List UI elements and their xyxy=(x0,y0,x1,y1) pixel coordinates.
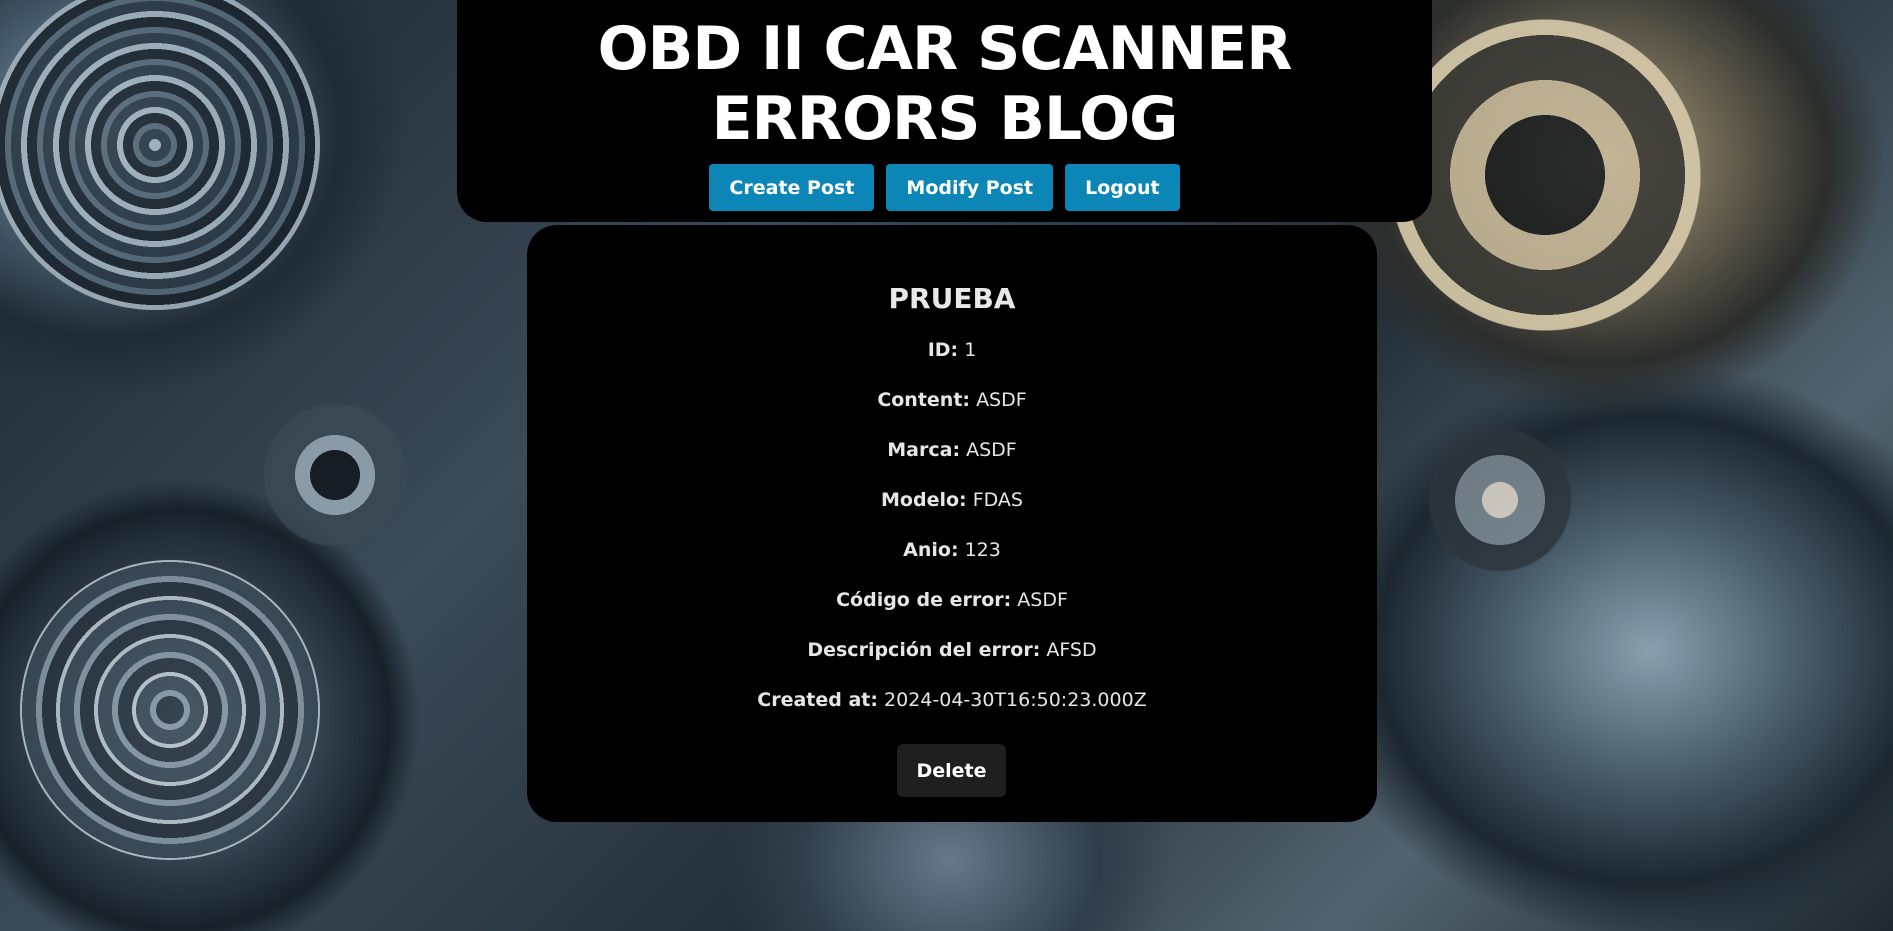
field-marca: Marca: ASDF xyxy=(527,439,1377,489)
main-nav: Create Post Modify Post Logout xyxy=(457,164,1432,211)
gear-decoration xyxy=(0,0,320,310)
post-fields: ID: 1 Content: ASDF Marca: ASDF Modelo: … xyxy=(527,339,1377,739)
modify-post-button[interactable]: Modify Post xyxy=(886,164,1054,211)
field-label: Content: xyxy=(877,389,971,411)
field-value: ASDF xyxy=(976,389,1027,411)
post-card: PRUEBA ID: 1 Content: ASDF Marca: ASDF M… xyxy=(527,225,1377,822)
logout-button[interactable]: Logout xyxy=(1065,164,1180,211)
field-label: Modelo: xyxy=(881,489,967,511)
field-descripcion-error: Descripción del error: AFSD xyxy=(527,639,1377,689)
field-modelo: Modelo: FDAS xyxy=(527,489,1377,539)
field-value: ASDF xyxy=(966,439,1017,461)
field-value: FDAS xyxy=(972,489,1023,511)
site-header: OBD II CAR SCANNER ERRORS BLOG Create Po… xyxy=(457,0,1432,222)
field-label: ID: xyxy=(927,339,959,361)
field-label: Anio: xyxy=(903,539,959,561)
field-value: 1 xyxy=(964,339,977,361)
field-label: Marca: xyxy=(887,439,961,461)
field-value: ASDF xyxy=(1017,589,1068,611)
gear-decoration xyxy=(1420,420,1580,580)
field-id: ID: 1 xyxy=(527,339,1377,389)
delete-button[interactable]: Delete xyxy=(897,744,1006,797)
create-post-button[interactable]: Create Post xyxy=(709,164,875,211)
site-title: OBD II CAR SCANNER ERRORS BLOG xyxy=(597,14,1293,154)
field-content: Content: ASDF xyxy=(527,389,1377,439)
field-value: AFSD xyxy=(1046,639,1097,661)
field-label: Código de error: xyxy=(836,589,1012,611)
field-value: 123 xyxy=(964,539,1001,561)
gear-decoration xyxy=(260,400,410,550)
field-created-at: Created at: 2024-04-30T16:50:23.000Z xyxy=(527,689,1377,739)
field-label: Created at: xyxy=(757,689,878,711)
field-value: 2024-04-30T16:50:23.000Z xyxy=(884,689,1147,711)
field-anio: Anio: 123 xyxy=(527,539,1377,589)
field-label: Descripción del error: xyxy=(807,639,1041,661)
post-title: PRUEBA xyxy=(888,282,1016,315)
field-codigo-error: Código de error: ASDF xyxy=(527,589,1377,639)
gear-decoration xyxy=(20,560,320,860)
